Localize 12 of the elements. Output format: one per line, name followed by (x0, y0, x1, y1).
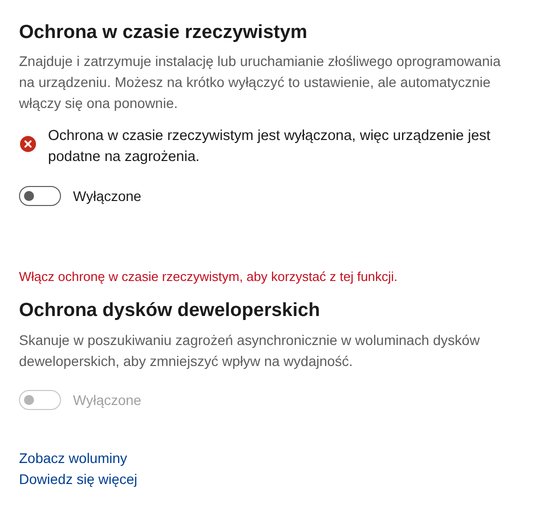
link[interactable]: Zobacz woluminy (19, 448, 128, 469)
section-title: Ochrona dysków deweloperskich (19, 299, 321, 323)
section-title: Ochrona w czasie rzeczywistym (19, 21, 308, 45)
toggle-label: Wyłączone (73, 392, 142, 408)
error-icon (20, 136, 36, 152)
link[interactable]: Dowiedz się więcej (19, 469, 138, 490)
warning-message: Włącz ochronę w czasie rzeczywistym, aby korzystać z tej funkcji. (19, 268, 399, 286)
section-description: Znajduje i zatrzymuje instalację lub uruchamianie złośliwego oprogramowania na urządzeniu. Możesz na krótko wyłączyć to ustawienie, ale automatycznie włączy się ona ponownie. (19, 52, 502, 113)
toggle-label: Wyłączone (73, 188, 142, 204)
toggle-switch[interactable] (19, 186, 61, 206)
alert-message: Ochrona w czasie rzeczywistym jest wyłączona, więc urządzenie jest podatne na zagrożenia. (48, 127, 492, 167)
section-description: Skanuje w poszukiwaniu zagrożeń asynchronicznie w woluminach dysków deweloperskich, aby zmniejszyć wpływ na wydajność. (19, 331, 481, 371)
